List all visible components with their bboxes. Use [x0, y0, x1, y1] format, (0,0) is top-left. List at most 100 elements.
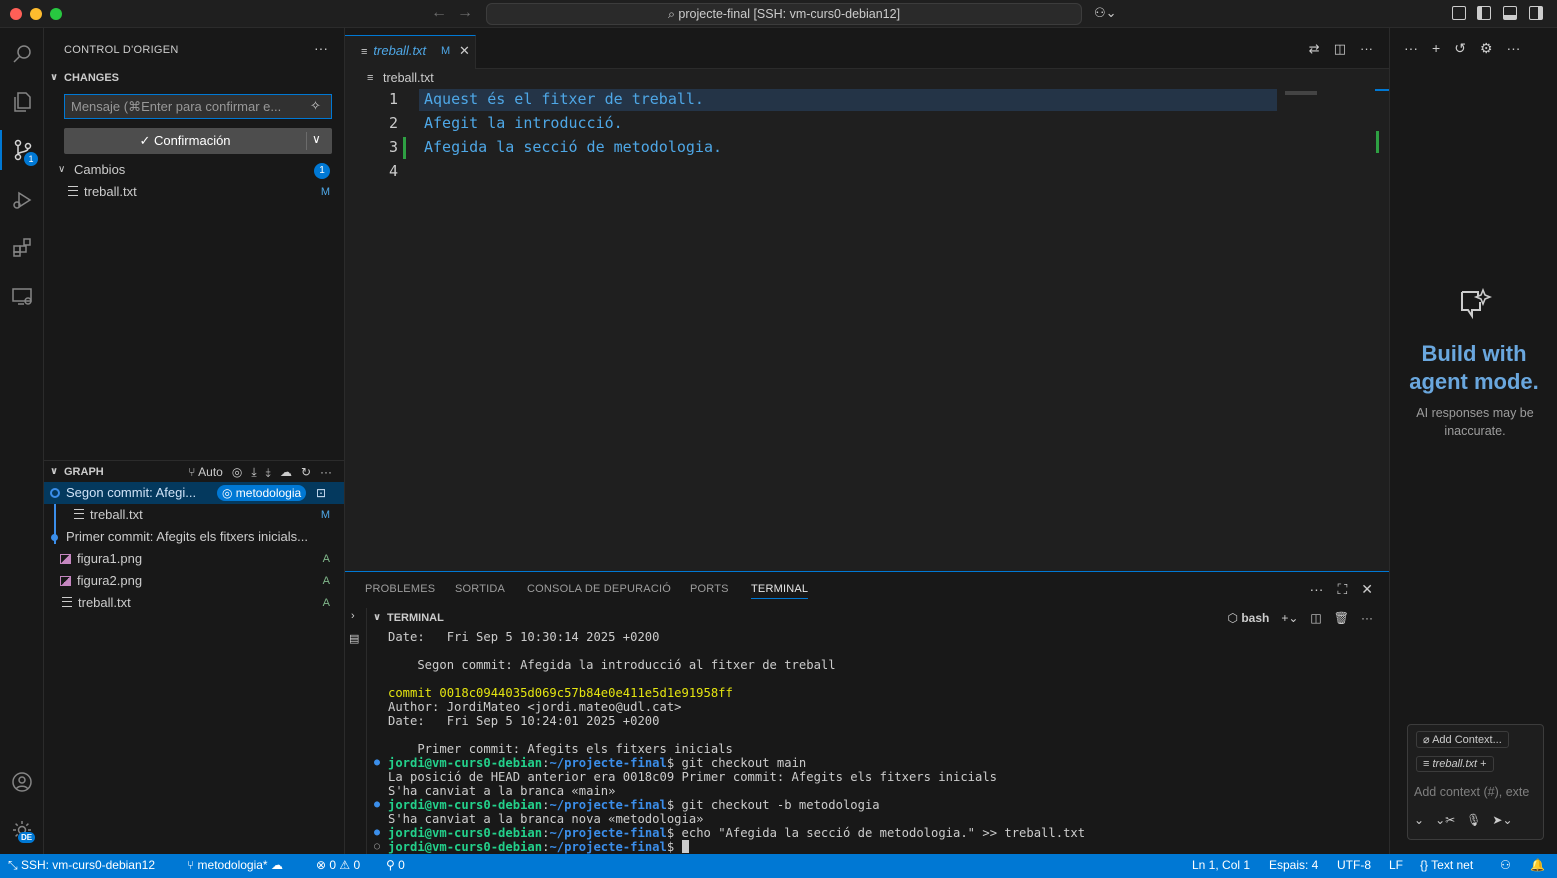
- mode-dropdown-chevron-icon[interactable]: ⌄: [1414, 813, 1424, 827]
- toggle-panel-icon[interactable]: [1503, 6, 1517, 20]
- commit-file-item[interactable]: figura2.png A: [44, 570, 344, 592]
- chat-sparkle-icon: [1461, 287, 1492, 320]
- auto-label: Auto: [198, 465, 223, 479]
- run-debug-view-button[interactable]: [0, 180, 44, 220]
- manage-button[interactable]: DE: [0, 810, 44, 850]
- commit-dropdown-chevron-icon[interactable]: ∨: [312, 132, 321, 146]
- back-arrow-icon[interactable]: ←: [431, 4, 447, 22]
- close-window-button[interactable]: [10, 8, 22, 20]
- push-cloud-icon[interactable]: ☁: [280, 461, 292, 483]
- send-icon[interactable]: ➤⌄: [1492, 813, 1512, 827]
- accounts-button[interactable]: [0, 762, 44, 802]
- microphone-icon[interactable]: 🎙: [1466, 813, 1481, 827]
- refresh-icon[interactable]: ↻: [301, 461, 311, 483]
- graph-commit-row[interactable]: Segon commit: Afegi... ◎ metodologia ⊡: [44, 482, 344, 504]
- target-icon[interactable]: ◎: [232, 461, 242, 483]
- gear-icon[interactable]: ⚙: [1480, 40, 1493, 57]
- copilot-icon[interactable]: ⚇⌄: [1094, 5, 1117, 21]
- split-terminal-icon[interactable]: ◫: [1310, 608, 1321, 628]
- toggle-primary-sidebar-icon[interactable]: [1477, 6, 1491, 20]
- fetch-icon[interactable]: ⤓: [251, 461, 256, 483]
- breadcrumb[interactable]: ≡ treball.txt: [345, 69, 1389, 89]
- cursor-position[interactable]: Ln 1, Col 1: [1192, 854, 1250, 876]
- minimize-window-button[interactable]: [30, 8, 42, 20]
- toggle-secondary-sidebar-icon[interactable]: [1529, 6, 1543, 20]
- open-changes-icon[interactable]: ⇄: [1309, 41, 1320, 57]
- open-changes-icon[interactable]: ⊡: [316, 482, 326, 504]
- indentation[interactable]: Espais: 4: [1269, 854, 1318, 876]
- terminal-header[interactable]: ∨ TERMINAL ⬡ bash +⌄ ◫ 🗑 ···: [367, 608, 1389, 628]
- problems-indicator[interactable]: ⊗ 0 ⚠ 0: [316, 854, 360, 876]
- branch-auto-button[interactable]: ⑂ Auto: [188, 461, 223, 483]
- prompt-user: jordi@vm-curs0-debian: [388, 798, 543, 812]
- notifications-bell-icon[interactable]: 🔔: [1530, 854, 1545, 876]
- book-icon[interactable]: ▤: [349, 632, 359, 645]
- extensions-view-button[interactable]: [0, 228, 44, 268]
- command-center[interactable]: ⌕ projecte-final [SSH: vm-curs0-debian12…: [486, 3, 1082, 25]
- new-chat-icon[interactable]: +: [1432, 40, 1440, 57]
- pull-icon[interactable]: ⤈: [266, 461, 271, 483]
- branch-indicator[interactable]: ⑂ metodologia* ☁: [187, 854, 283, 876]
- graph-section-header[interactable]: ∨ GRAPH ⑂ Auto ◎ ⤓ ⤈ ☁ ↻ ···: [44, 460, 344, 482]
- sync-cloud-icon: ☁: [267, 858, 283, 872]
- tools-icon[interactable]: ⌄✂: [1435, 813, 1455, 827]
- tab-output[interactable]: SORTIDA: [455, 583, 505, 595]
- more-actions-icon[interactable]: ···: [320, 461, 332, 483]
- tab-treball-txt[interactable]: ≡ treball.txt M ✕: [345, 35, 476, 69]
- terminal-shell-selector[interactable]: ⬡ bash: [1228, 608, 1270, 628]
- commit-file-item[interactable]: treball.txt A: [44, 592, 344, 614]
- remote-explorer-view-button[interactable]: [0, 276, 44, 316]
- code-editor[interactable]: 1 Aquest és el fitxer de treball. 2 Afeg…: [345, 89, 1389, 571]
- remote-indicator[interactable]: ⤡ SSH: vm-curs0-debian12: [8, 854, 155, 876]
- forward-arrow-icon[interactable]: →: [457, 4, 473, 22]
- tab-debug-console[interactable]: CONSOLA DE DEPURACIÓ: [527, 583, 671, 595]
- add-icon[interactable]: +: [1477, 758, 1486, 770]
- explorer-view-button[interactable]: [0, 82, 44, 122]
- copilot-status-icon[interactable]: ⚇: [1500, 854, 1511, 876]
- chevron-right-icon[interactable]: ›: [351, 610, 355, 622]
- chat-input[interactable]: Add context (#), exte: [1414, 785, 1538, 799]
- more-actions-icon[interactable]: ···: [1361, 608, 1373, 628]
- bottom-panel: PROBLEMES SORTIDA CONSOLA DE DEPURACIÓ P…: [345, 571, 1389, 856]
- more-actions-icon[interactable]: ···: [1404, 40, 1418, 57]
- add-context-button[interactable]: ⌀ Add Context...: [1416, 731, 1509, 748]
- generate-message-sparkle-icon[interactable]: ✧: [310, 98, 321, 114]
- changes-section-header[interactable]: ∨ CHANGES: [44, 67, 344, 89]
- command-decoration-empty-icon: ○: [374, 841, 381, 852]
- end-of-line[interactable]: LF: [1389, 854, 1403, 876]
- prompt-command: $ git checkout main: [666, 756, 807, 770]
- source-control-view-button[interactable]: 1: [0, 130, 44, 170]
- terminal-cursor: [681, 840, 689, 853]
- commit-button[interactable]: ✓ Confirmación ∨: [64, 128, 332, 154]
- graph-commit-row[interactable]: Primer commit: Afegits els fitxers inici…: [44, 526, 344, 548]
- encoding[interactable]: UTF-8: [1337, 854, 1371, 876]
- close-panel-icon[interactable]: ✕: [1361, 581, 1373, 598]
- changed-file-item[interactable]: treball.txt M: [44, 181, 344, 203]
- minimap[interactable]: [1285, 91, 1317, 95]
- commit-file-item[interactable]: treball.txt M: [44, 504, 344, 526]
- context-file-chip[interactable]: ≡ treball.txt +: [1416, 756, 1494, 772]
- maximize-window-button[interactable]: [50, 8, 62, 20]
- more-actions-icon[interactable]: ···: [1506, 40, 1520, 57]
- close-icon[interactable]: ✕: [459, 36, 470, 66]
- more-actions-icon[interactable]: ···: [1360, 41, 1373, 57]
- file-icon: [74, 509, 84, 519]
- ports-indicator[interactable]: ⚲ 0: [386, 854, 405, 876]
- customize-layout-icon[interactable]: [1452, 6, 1466, 20]
- more-actions-icon[interactable]: ···: [314, 40, 328, 56]
- search-view-button[interactable]: [0, 34, 44, 74]
- tab-terminal[interactable]: TERMINAL: [751, 583, 809, 599]
- changes-group[interactable]: ∨ Cambios 1: [44, 159, 344, 181]
- terminal-output[interactable]: Date: Fri Sep 5 10:30:14 2025 +0200 Sego…: [368, 630, 1378, 856]
- language-mode[interactable]: {} Text net: [1420, 854, 1473, 876]
- split-editor-icon[interactable]: ◫: [1334, 41, 1346, 57]
- maximize-panel-icon[interactable]: ⛶: [1337, 581, 1347, 598]
- trash-icon[interactable]: 🗑: [1334, 608, 1349, 628]
- commit-message-input[interactable]: [64, 94, 332, 119]
- new-terminal-icon[interactable]: +⌄: [1281, 608, 1298, 628]
- commit-file-item[interactable]: figura1.png A: [44, 548, 344, 570]
- tab-ports[interactable]: PORTS: [690, 583, 729, 595]
- more-actions-icon[interactable]: ···: [1309, 581, 1323, 598]
- history-icon[interactable]: ↺: [1454, 40, 1466, 57]
- tab-problems[interactable]: PROBLEMES: [365, 583, 435, 595]
